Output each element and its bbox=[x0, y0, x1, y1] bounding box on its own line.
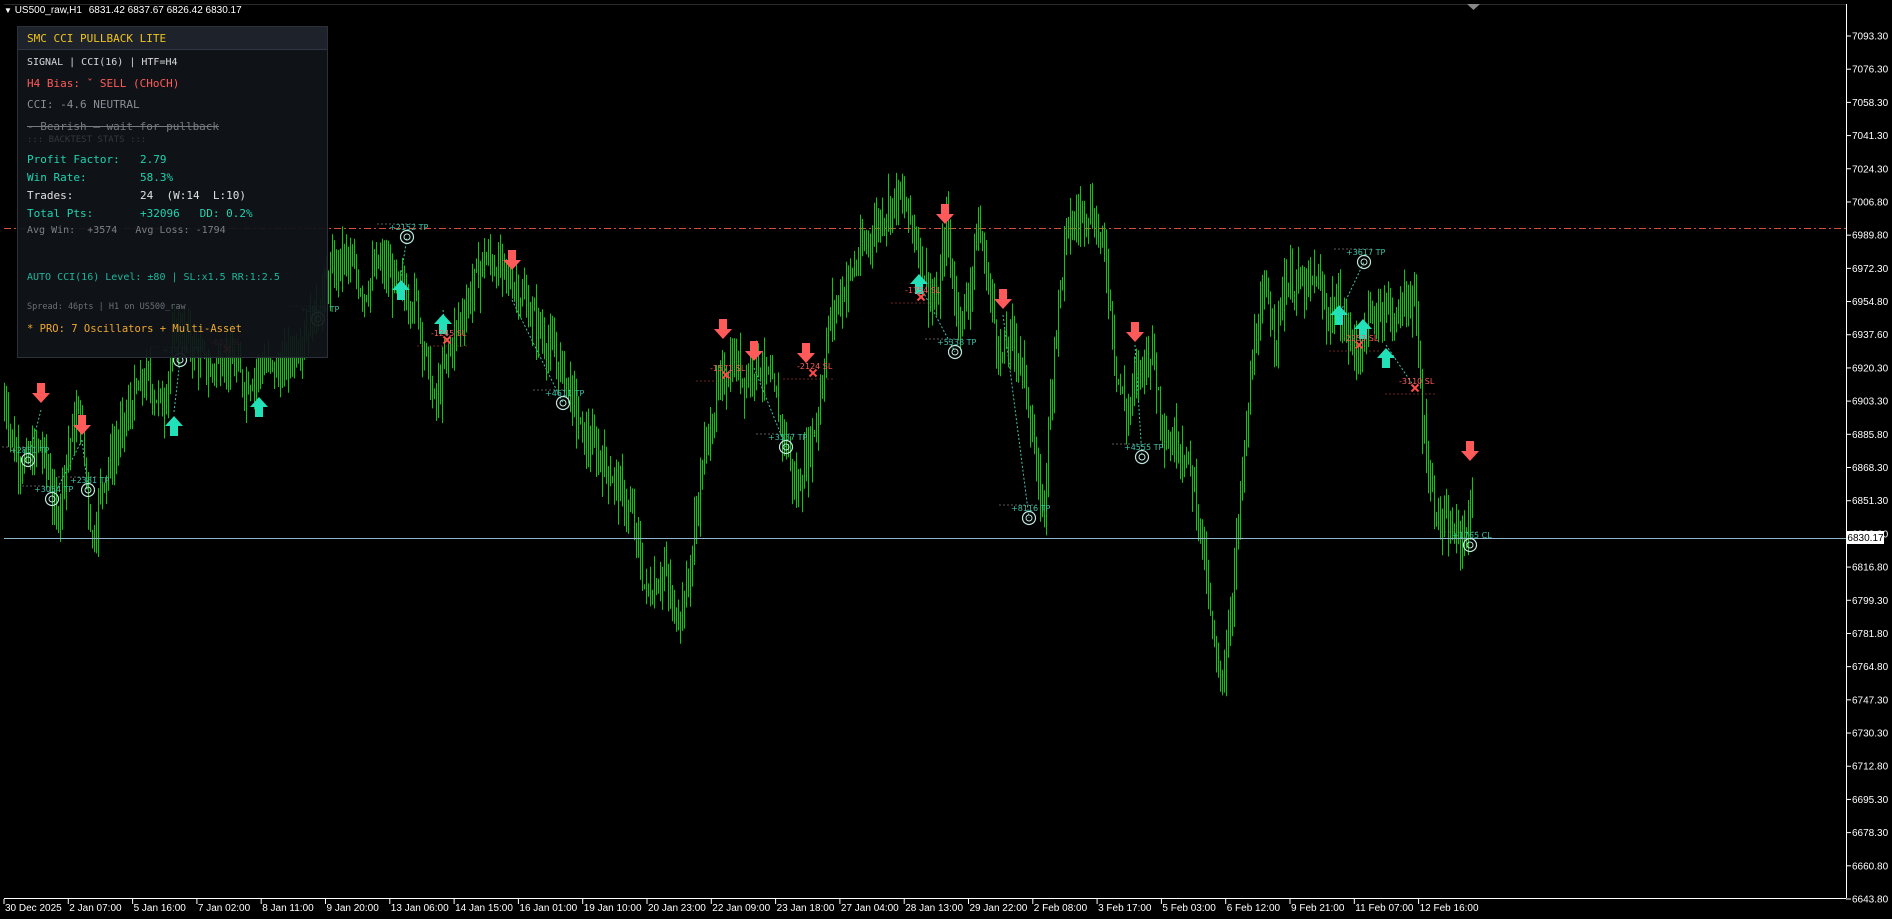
indicator-panel[interactable]: SMC CCI PULLBACK LITE SIGNAL | CCI(16) |… bbox=[17, 26, 328, 358]
target-label: +2152 TP bbox=[389, 223, 428, 232]
time-tick-label: 5 Jan 16:00 bbox=[134, 903, 187, 914]
time-tick-label: 8 Jan 11:00 bbox=[262, 903, 314, 914]
price-tick-label: 7093.30 bbox=[1852, 32, 1889, 43]
time-tick-label: 28 Jan 13:00 bbox=[905, 903, 963, 914]
current-price-label: 6830.17 bbox=[1847, 533, 1884, 544]
price-tick-label: 6816.80 bbox=[1852, 563, 1889, 574]
price-tick-label: 6747.30 bbox=[1852, 695, 1889, 706]
spread-info: Spread: 46pts | H1 on US500_raw bbox=[27, 302, 186, 312]
time-tick-label: 20 Jan 23:00 bbox=[648, 903, 706, 914]
price-tick-label: 6903.30 bbox=[1852, 397, 1889, 408]
stop-loss-label: -2253 SL bbox=[1343, 334, 1379, 343]
time-tick-label: 22 Jan 09:00 bbox=[712, 903, 770, 914]
stop-loss-label: -2124 SL bbox=[797, 362, 833, 371]
time-tick-label: 11 Feb 07:00 bbox=[1355, 903, 1414, 914]
collapse-icon[interactable]: ▼ bbox=[4, 6, 12, 15]
win-rate-value: 58.3% bbox=[140, 171, 174, 184]
target-label: +5338 TP bbox=[937, 338, 976, 347]
target-label: +4611 TP bbox=[545, 389, 584, 398]
stop-loss-label: -1245 SL bbox=[431, 329, 467, 338]
avg-win-loss: Avg Win: +3574 Avg Loss: -1794 bbox=[27, 225, 226, 236]
time-tick-label: 30 Dec 2025 bbox=[5, 903, 62, 914]
win-rate-label: Win Rate: bbox=[27, 171, 87, 184]
time-tick-label: 23 Jan 18:00 bbox=[777, 903, 835, 914]
price-tick-label: 7058.30 bbox=[1852, 98, 1889, 109]
price-tick-label: 7024.30 bbox=[1852, 164, 1889, 175]
price-tick-label: 6954.80 bbox=[1852, 297, 1889, 308]
target-label: +2851 TP bbox=[10, 446, 49, 455]
time-tick-label: 16 Jan 01:00 bbox=[519, 903, 577, 914]
time-tick-label: 3 Feb 17:00 bbox=[1098, 903, 1152, 914]
stop-loss-label: -3110 SL bbox=[1399, 377, 1435, 386]
time-tick-label: 2 Feb 08:00 bbox=[1034, 903, 1088, 914]
ohlc-values: 6831.42 6837.67 6826.42 6830.17 bbox=[88, 5, 242, 16]
target-label: +3337 TP bbox=[768, 433, 807, 442]
target-label: +8116 TP bbox=[1011, 504, 1050, 513]
price-tick-label: 6937.60 bbox=[1852, 330, 1889, 341]
price-tick-label: 6989.80 bbox=[1852, 231, 1889, 242]
price-tick-label: 6972.30 bbox=[1852, 264, 1889, 275]
chart-header: ▼ US500_raw,H1 6831.42 6837.67 6826.42 6… bbox=[4, 5, 242, 16]
time-tick-label: 19 Jan 10:00 bbox=[584, 903, 642, 914]
target-label: +3617 TP bbox=[1346, 248, 1385, 257]
profit-factor-label: Profit Factor: bbox=[27, 153, 120, 166]
cci-status: CCI: -4.6 NEUTRAL bbox=[27, 98, 140, 111]
bias-status: H4 Bias: ˇ SELL (CHoCH) bbox=[27, 77, 180, 90]
price-tick-label: 6781.80 bbox=[1852, 629, 1889, 640]
price-tick-label: 6678.30 bbox=[1852, 828, 1889, 839]
panel-title: SMC CCI PULLBACK LITE bbox=[27, 32, 167, 45]
time-tick-label: 2 Jan 07:00 bbox=[69, 903, 122, 914]
price-tick-label: 6868.30 bbox=[1852, 463, 1889, 474]
price-tick-label: 6643.80 bbox=[1852, 895, 1889, 906]
price-tick-label: 6764.80 bbox=[1852, 662, 1889, 673]
price-tick-label: 6712.80 bbox=[1852, 762, 1889, 773]
price-tick-label: 6920.30 bbox=[1852, 363, 1889, 374]
price-tick-label: 6885.80 bbox=[1852, 430, 1889, 441]
target-label: +3054 TP bbox=[34, 485, 73, 494]
time-tick-label: 14 Jan 15:00 bbox=[455, 903, 513, 914]
time-tick-label: 7 Jan 02:00 bbox=[198, 903, 251, 914]
time-tick-label: 5 Feb 03:00 bbox=[1162, 903, 1216, 914]
price-tick-label: 6851.30 bbox=[1852, 496, 1889, 507]
time-tick-label: 27 Jan 04:00 bbox=[841, 903, 899, 914]
price-tick-label: 7041.30 bbox=[1852, 131, 1889, 142]
price-tick-label: 7076.30 bbox=[1852, 65, 1889, 76]
time-tick-label: 9 Feb 21:00 bbox=[1291, 903, 1345, 914]
current-price-tag: 6830.17 bbox=[1847, 531, 1884, 544]
profit-factor-value: 2.79 bbox=[140, 153, 167, 166]
trades-label: Trades: bbox=[27, 189, 74, 202]
target-label: +4555 TP bbox=[1124, 443, 1163, 452]
time-tick-label: 6 Feb 12:00 bbox=[1227, 903, 1281, 914]
panel-subtitle: SIGNAL | CCI(16) | HTF=H4 bbox=[27, 57, 178, 68]
time-tick-label: 29 Jan 22:00 bbox=[970, 903, 1028, 914]
total-points-label: Total Pts: bbox=[27, 207, 94, 220]
price-tick-label: 6660.80 bbox=[1852, 861, 1889, 872]
target-label: +2381 TP bbox=[70, 476, 109, 485]
price-tick-label: 6799.30 bbox=[1852, 596, 1889, 607]
stop-loss-label: -1571 SL bbox=[710, 364, 746, 373]
bias-note: - Bearish — wait for pullback bbox=[27, 120, 220, 133]
price-tick-label: 7006.80 bbox=[1852, 197, 1889, 208]
total-points-value: +32096 DD: 0.2% bbox=[140, 207, 253, 220]
price-tick-label: 6695.30 bbox=[1852, 795, 1889, 806]
time-tick-label: 12 Feb 16:00 bbox=[1420, 903, 1479, 914]
trades-value: 24 (W:14 L:10) bbox=[140, 189, 246, 202]
backtest-header: ::: BACKTEST STATS ::: bbox=[27, 135, 147, 145]
symbol-timeframe: US500_raw,H1 bbox=[14, 5, 82, 16]
time-tick-label: 9 Jan 20:00 bbox=[327, 903, 380, 914]
target-label: +1765 CL bbox=[1452, 531, 1492, 540]
time-tick-label: 13 Jan 06:00 bbox=[391, 903, 449, 914]
stop-loss-label: -1754 SL bbox=[905, 286, 941, 295]
pro-promo: * PRO: 7 Oscillators + Multi-Asset bbox=[27, 323, 242, 335]
price-tick-label: 6730.30 bbox=[1852, 729, 1889, 740]
auto-settings: AUTO CCI(16) Level: ±80 | SL:x1.5 RR:1:2… bbox=[27, 272, 280, 283]
